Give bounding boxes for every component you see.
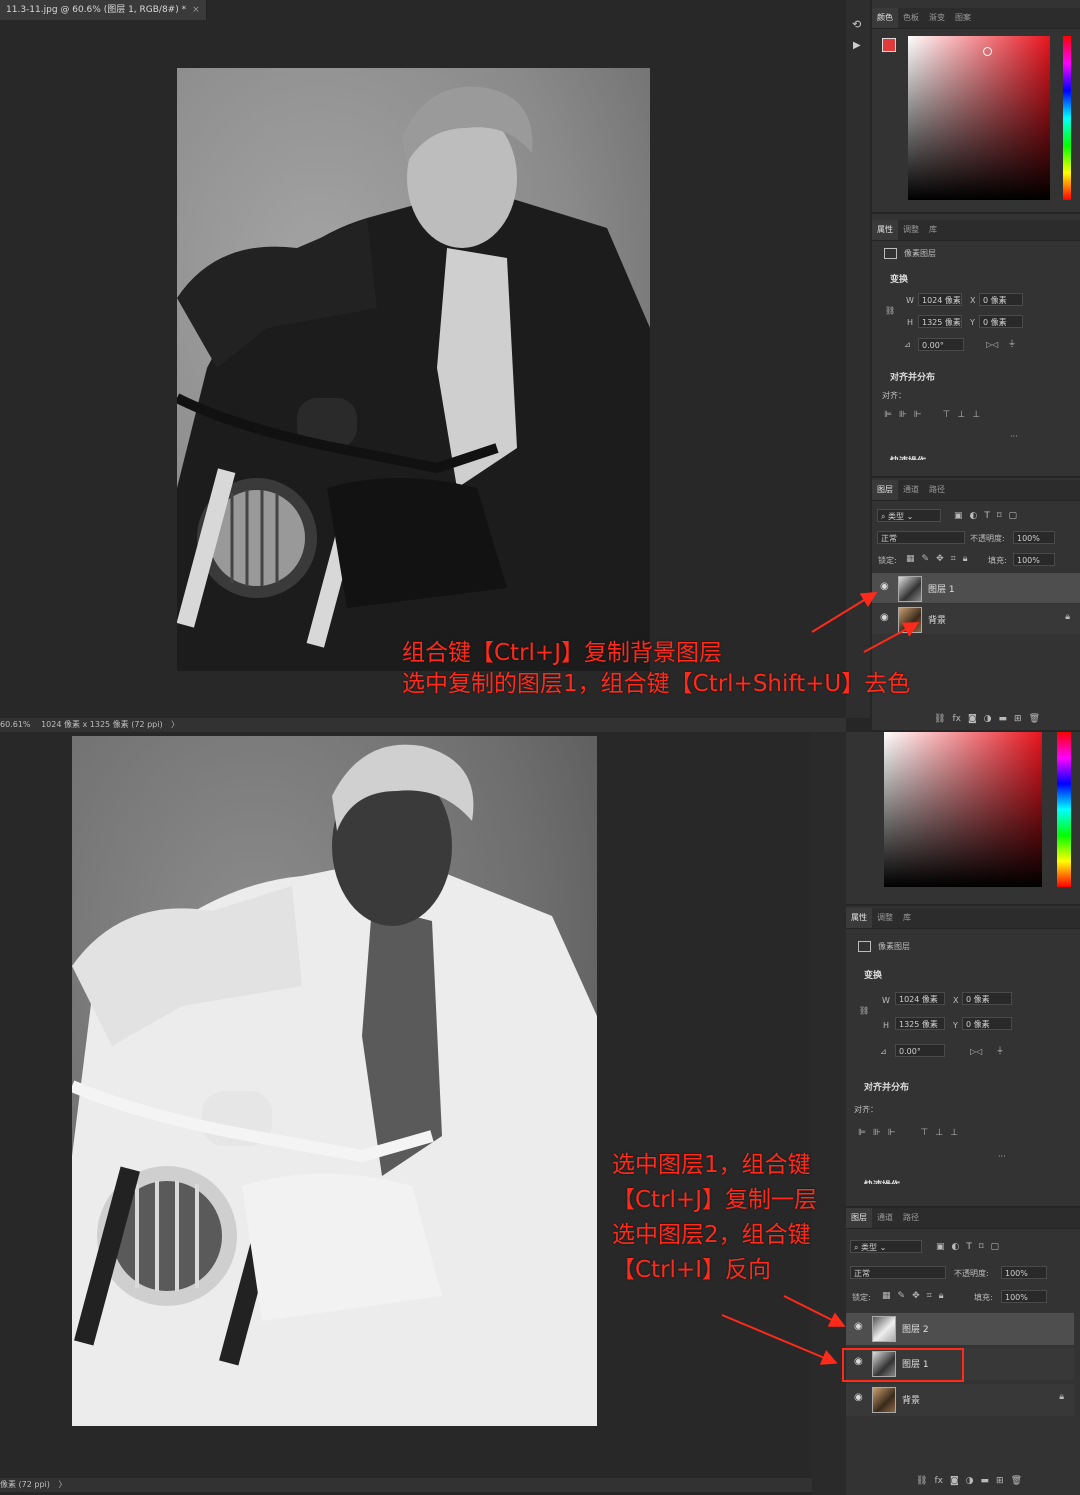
annotation-arrows xyxy=(721,591,920,1365)
arrow-to-layer-2 xyxy=(783,1295,846,1327)
arrow-to-background xyxy=(863,622,920,653)
arrow-to-layer-1-bottom xyxy=(721,1314,838,1365)
arrow-to-layer-1 xyxy=(811,591,878,633)
